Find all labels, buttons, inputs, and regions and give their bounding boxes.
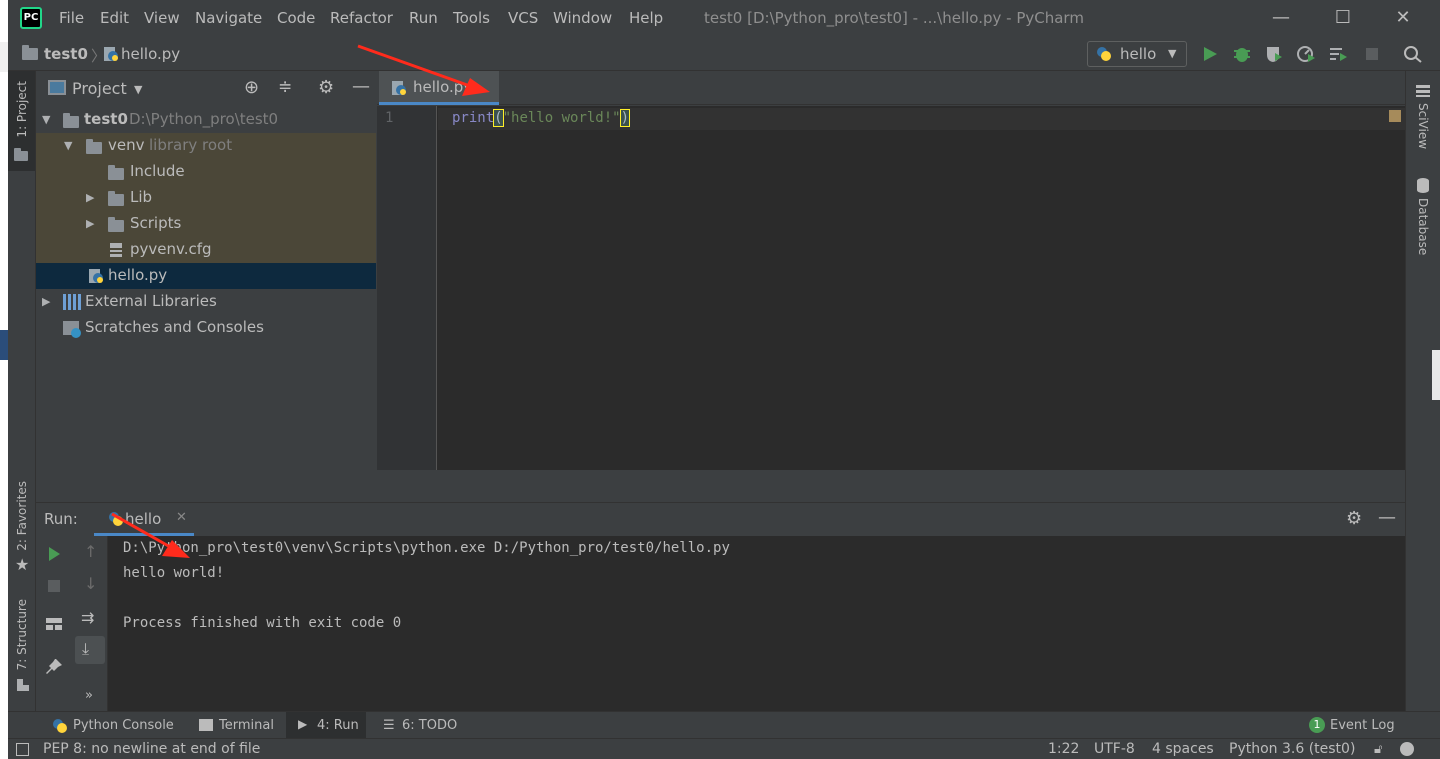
annotation-arrowhead-output [162,540,190,558]
annotation-arrow-tab [357,44,471,88]
annotation-arrow-output [111,512,173,550]
annotation-arrowhead-tab [462,78,490,96]
annotation-arrows [111,44,490,558]
